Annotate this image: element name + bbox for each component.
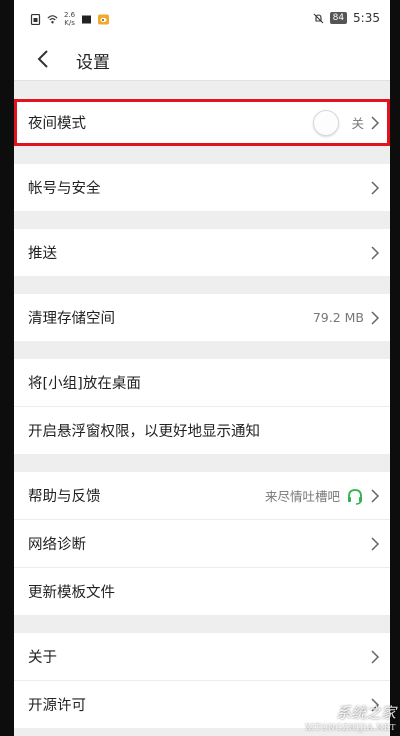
add-to-desktop-label: 将[小组]放在桌面 bbox=[28, 376, 141, 392]
night-mode-right: 关 bbox=[313, 99, 380, 146]
push-label: 推送 bbox=[28, 246, 57, 262]
network-diagnosis-label: 网络诊断 bbox=[28, 537, 86, 553]
floating-window-permission-item[interactable]: 开启悬浮窗权限，以更好地显示通知 bbox=[14, 406, 390, 454]
add-to-desktop-item[interactable]: 将[小组]放在桌面 bbox=[14, 359, 390, 406]
spacer bbox=[14, 211, 390, 229]
status-bar: 2.6 K/s 84 5:35 bbox=[14, 0, 390, 38]
spacer bbox=[14, 276, 390, 294]
help-feedback-item[interactable]: 帮助与反馈 来尽情吐槽吧 bbox=[14, 472, 390, 519]
spacer bbox=[14, 615, 390, 633]
push-item[interactable]: 推送 bbox=[14, 229, 390, 276]
account-security-right bbox=[370, 164, 380, 211]
about-item[interactable]: 关于 bbox=[14, 633, 390, 680]
update-template-item[interactable]: 更新模板文件 bbox=[14, 567, 390, 615]
night-mode-item[interactable]: 夜间模式 关 bbox=[14, 99, 390, 146]
watermark: 系统之家 XITONGZHIJIA.NET bbox=[305, 702, 396, 732]
chevron-right-icon bbox=[371, 649, 380, 664]
chevron-right-icon bbox=[371, 488, 380, 503]
night-mode-toggle[interactable] bbox=[313, 109, 340, 136]
watermark-main: 系统之家 bbox=[335, 704, 396, 722]
headset-icon bbox=[348, 488, 362, 505]
help-feedback-right: 来尽情吐槽吧 bbox=[265, 472, 380, 519]
about-label: 关于 bbox=[28, 650, 57, 666]
account-security-label: 帐号与安全 bbox=[28, 181, 101, 197]
back-arrow-icon[interactable] bbox=[32, 47, 56, 71]
wifi-icon bbox=[47, 14, 58, 23]
settings-group: 将[小组]放在桌面 开启悬浮窗权限，以更好地显示通知 bbox=[14, 359, 390, 454]
account-security-item[interactable]: 帐号与安全 bbox=[14, 164, 390, 211]
chevron-right-icon bbox=[371, 180, 380, 195]
spacer bbox=[14, 341, 390, 359]
network-speed: 2.6 K/s bbox=[64, 11, 75, 27]
network-speed-value: 2.6 bbox=[64, 11, 76, 19]
network-diagnosis-right bbox=[370, 520, 380, 567]
update-template-label: 更新模板文件 bbox=[28, 585, 115, 601]
settings-group: 夜间模式 关 bbox=[14, 99, 390, 146]
settings-group: 清理存储空间 79.2 MB bbox=[14, 294, 390, 341]
push-right bbox=[370, 229, 380, 276]
settings-group: 帐号与安全 bbox=[14, 164, 390, 211]
about-right bbox=[370, 633, 380, 680]
floating-window-permission-label: 开启悬浮窗权限，以更好地显示通知 bbox=[28, 424, 260, 440]
clear-storage-right: 79.2 MB bbox=[313, 294, 380, 341]
settings-screen: 2.6 K/s 84 5:35 设置 夜间模式 关 帐号与安全 推送 清理存储空… bbox=[14, 0, 390, 736]
notification-square-icon bbox=[82, 15, 92, 23]
chevron-right-icon bbox=[371, 245, 380, 260]
chevron-right-icon bbox=[371, 115, 380, 130]
mute-bell-icon bbox=[313, 13, 323, 23]
spacer bbox=[14, 454, 390, 472]
clear-storage-item[interactable]: 清理存储空间 79.2 MB bbox=[14, 294, 390, 341]
chevron-right-icon bbox=[371, 536, 380, 551]
spacer bbox=[14, 146, 390, 164]
weibo-icon bbox=[98, 14, 110, 24]
chevron-right-icon bbox=[371, 310, 380, 325]
page-title: 设置 bbox=[76, 53, 110, 73]
battery-level: 84 bbox=[329, 12, 348, 24]
sim-icon bbox=[30, 13, 41, 25]
status-right: 84 5:35 bbox=[313, 11, 380, 25]
status-left: 2.6 K/s bbox=[30, 11, 110, 27]
network-speed-unit: K/s bbox=[64, 19, 75, 27]
watermark-sub: XITONGZHIJIA.NET bbox=[305, 723, 396, 732]
network-diagnosis-item[interactable]: 网络诊断 bbox=[14, 519, 390, 567]
settings-group: 帮助与反馈 来尽情吐槽吧 网络诊断 更新模板文件 bbox=[14, 472, 390, 615]
settings-group: 推送 bbox=[14, 229, 390, 276]
storage-size-value: 79.2 MB bbox=[312, 310, 364, 325]
header-bar: 设置 bbox=[14, 38, 390, 81]
help-feedback-hint: 来尽情吐槽吧 bbox=[264, 489, 340, 504]
night-mode-value: 关 bbox=[351, 116, 364, 131]
clock-time: 5:35 bbox=[353, 11, 380, 25]
